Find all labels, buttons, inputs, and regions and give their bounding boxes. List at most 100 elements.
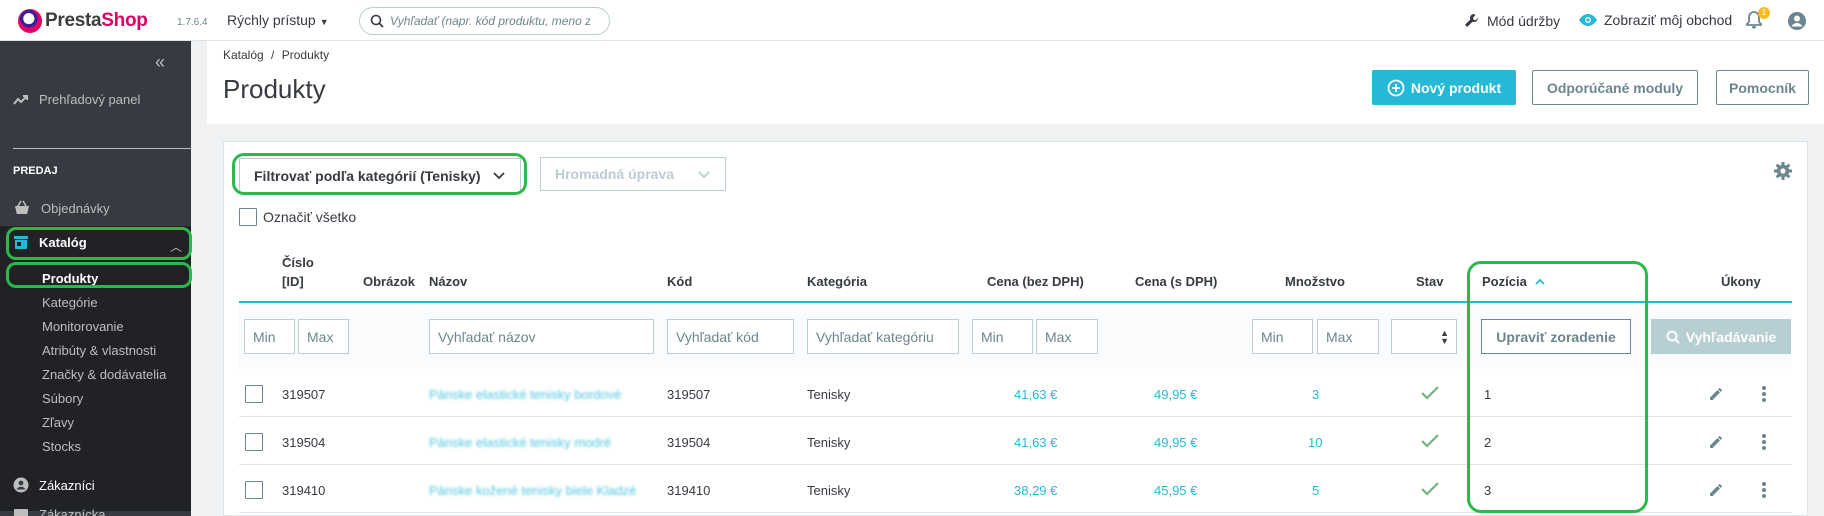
submenu-item-categories[interactable]: Kategórie	[42, 295, 98, 310]
notifications-button[interactable]: 1	[1746, 7, 1770, 33]
reference-filter-input[interactable]	[667, 319, 794, 354]
view-shop-link[interactable]: Zobraziť môj obchod	[1578, 12, 1732, 28]
ps-logo-icon	[18, 9, 42, 33]
column-header-quantity[interactable]: Množstvo	[1285, 274, 1345, 289]
pencil-icon[interactable]	[1708, 434, 1724, 450]
id-min-input[interactable]	[244, 319, 295, 354]
filter-category-button[interactable]: Filtrovať podľa kategórií (Tenisky)	[239, 158, 521, 193]
new-product-button[interactable]: Nový produkt	[1372, 70, 1516, 105]
logo[interactable]: PrestaShop	[18, 9, 148, 33]
sidebar-item-next[interactable]: Zákaznícka...	[13, 507, 191, 516]
sidebar-item-customers[interactable]: Zákazníci	[13, 477, 191, 493]
sort-up-icon	[1535, 278, 1545, 285]
submenu-item-attributes[interactable]: Atribúty & vlastnosti	[42, 343, 156, 358]
sidebar-item-label: Zákazníci	[39, 477, 95, 493]
top-header: PrestaShop 1.7.6.4 Rýchly prístup▼ Mód ú…	[0, 0, 1824, 41]
price-excl-max-input[interactable]	[1036, 319, 1098, 354]
maintenance-link[interactable]: Mód údržby	[1463, 12, 1560, 30]
search-button-label: Vyhľadávanie	[1685, 328, 1777, 345]
column-header-id[interactable]: Číslo [ID]	[282, 255, 314, 289]
quantity-max-input[interactable]	[1317, 319, 1379, 354]
product-category: Tenisky	[807, 387, 851, 402]
logo-text: PrestaShop	[45, 10, 148, 31]
sidebar-item-catalog[interactable]: Katalóg	[13, 235, 191, 250]
column-header-reference[interactable]: Kód	[667, 274, 692, 289]
column-header-name[interactable]: Názov	[429, 274, 467, 289]
check-icon[interactable]	[1420, 481, 1440, 497]
maintenance-label: Mód údržby	[1487, 13, 1561, 29]
category-filter-input[interactable]	[807, 319, 959, 354]
pencil-icon[interactable]	[1708, 386, 1724, 402]
id-max-input[interactable]	[298, 319, 349, 354]
product-price-excl[interactable]: 41,63 €	[1014, 387, 1057, 402]
sidebar-item-orders[interactable]: Objednávky	[13, 200, 191, 216]
wrench-icon	[1465, 14, 1478, 27]
reorder-button[interactable]: Upraviť zoradenie	[1481, 319, 1631, 354]
page-title: Produkty	[223, 74, 326, 104]
product-price-incl[interactable]: 49,95 €	[1154, 435, 1197, 450]
quick-access-menu[interactable]: Rýchly prístup ▼	[227, 12, 329, 28]
more-vertical-icon[interactable]	[1760, 433, 1768, 451]
product-price-incl[interactable]: 49,95 €	[1154, 387, 1197, 402]
notification-badge: 1	[1758, 7, 1770, 19]
bulk-edit-label: Hromadná úprava	[555, 166, 675, 182]
status-filter-select[interactable]: ▲ ▼	[1391, 319, 1457, 354]
help-button[interactable]: Pomocník	[1716, 70, 1809, 105]
breadcrumb-separator: /	[271, 48, 275, 62]
product-name-link[interactable]: Pánske elastické tenisky modré	[429, 435, 611, 450]
bulk-edit-button[interactable]: Hromadná úprava	[540, 157, 726, 191]
submenu-item-products[interactable]: Produkty	[42, 271, 98, 286]
pencil-icon[interactable]	[1708, 482, 1724, 498]
product-price-excl[interactable]: 41,63 €	[1014, 435, 1057, 450]
row-checkbox[interactable]	[245, 481, 263, 499]
row-checkbox[interactable]	[245, 433, 263, 451]
quantity-min-input[interactable]	[1252, 319, 1313, 354]
sidebar-section-sell: PREDAJ	[13, 165, 58, 177]
header-label: [ID]	[282, 274, 304, 289]
product-price-excl[interactable]: 38,29 €	[1014, 483, 1057, 498]
column-header-price-excl[interactable]: Cena (bez DPH)	[987, 274, 1084, 289]
header-search[interactable]	[359, 7, 610, 35]
product-reference: 319410	[667, 483, 711, 498]
more-vertical-icon[interactable]	[1760, 481, 1768, 499]
submenu-item-discounts[interactable]: Zľavy	[42, 415, 74, 430]
name-filter-input[interactable]	[429, 319, 654, 354]
quick-access-label: Rýchly prístup	[227, 12, 316, 28]
price-excl-min-input[interactable]	[972, 319, 1033, 354]
submenu-item-stocks[interactable]: Stocks	[42, 439, 81, 454]
gear-icon[interactable]	[1773, 161, 1793, 184]
sidebar-item-dashboard[interactable]: Prehľadový panel	[13, 92, 140, 107]
product-id: 319507	[282, 387, 326, 402]
submenu-item-monitoring[interactable]: Monitorovanie	[42, 319, 124, 334]
row-checkbox[interactable]	[245, 385, 263, 403]
check-icon[interactable]	[1420, 385, 1440, 401]
column-header-category[interactable]: Kategória	[807, 274, 867, 289]
column-header-status[interactable]: Stav	[1416, 274, 1443, 289]
product-price-incl[interactable]: 45,95 €	[1154, 483, 1197, 498]
divider	[13, 148, 191, 149]
column-header-position[interactable]: Pozícia	[1482, 274, 1545, 289]
user-icon	[1788, 12, 1806, 30]
select-all-checkbox[interactable]	[239, 208, 257, 226]
product-quantity[interactable]: 3	[1312, 387, 1319, 402]
product-name-link[interactable]: Pánske kožené tenisky biele Kladzé	[429, 483, 636, 498]
submenu-item-files[interactable]: Súbory	[42, 391, 83, 406]
column-header-image: Obrázok	[363, 274, 416, 289]
product-quantity[interactable]: 10	[1308, 435, 1322, 450]
account-icon	[13, 477, 29, 493]
user-menu[interactable]	[1787, 11, 1807, 34]
collapse-icon[interactable]: «	[155, 52, 165, 73]
product-name-link[interactable]: Pánske elastické tenisky bordové	[429, 387, 621, 402]
breadcrumb-current: Produkty	[281, 48, 330, 62]
recommended-modules-button[interactable]: Odporúčané moduly	[1532, 70, 1698, 105]
search-input[interactable]	[390, 14, 590, 28]
search-button[interactable]: Vyhľadávanie	[1651, 319, 1791, 354]
header-label: Číslo	[282, 255, 314, 270]
basket-icon	[15, 200, 29, 214]
column-header-price-incl[interactable]: Cena (s DPH)	[1135, 274, 1217, 289]
product-quantity[interactable]: 5	[1312, 483, 1319, 498]
check-icon[interactable]	[1420, 433, 1440, 449]
more-vertical-icon[interactable]	[1760, 385, 1768, 403]
breadcrumb-parent[interactable]: Katalóg	[223, 48, 264, 62]
submenu-item-brands[interactable]: Značky & dodávatelia	[42, 367, 166, 382]
